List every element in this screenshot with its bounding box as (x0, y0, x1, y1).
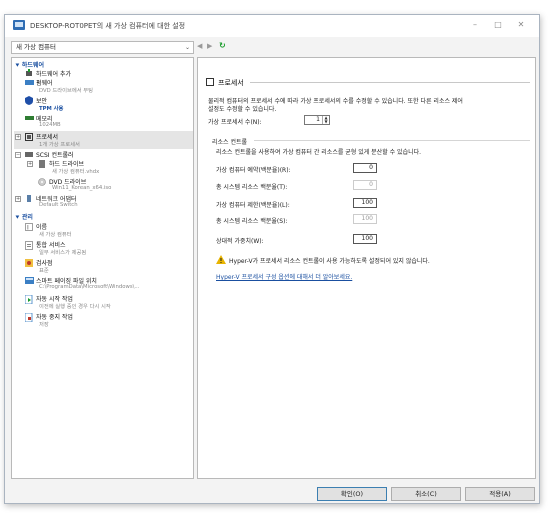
sidebar-item-hard-drive-detail: 새 가상 컴퓨터.vhdx (52, 169, 100, 175)
window-title: DESKTOP-ROT0PET의 새 가상 컴퓨터에 대한 설정 (30, 22, 186, 30)
sidebar-item-processor-detail: 1개 가상 프로세서 (39, 142, 80, 148)
scsi-controller-icon (25, 151, 33, 158)
management-section-header[interactable]: ⯆ 관리 (15, 212, 33, 222)
forward-icon[interactable]: ▶ (207, 42, 212, 50)
relative-weight-input[interactable]: 100 (353, 234, 377, 244)
auto-stop-icon (24, 312, 33, 323)
hyperv-app-icon (13, 20, 25, 30)
vm-selector-value: 새 가상 컴퓨터 (16, 43, 57, 51)
checkpoint-icon (25, 259, 33, 267)
processor-description-line2: 설정도 수정할 수 있습니다. (208, 106, 277, 113)
reserve-percent-label: 가상 컴퓨터 예약(백분율)(R): (216, 167, 291, 174)
sidebar-item-firmware-detail: DVD 드라이브에서 부팅 (39, 88, 94, 94)
sidebar-item-auto-start-detail: 이전에 실행 중인 경우 다시 시작 (39, 304, 111, 310)
dvd-drive-icon (38, 178, 46, 186)
sidebar-item-memory-detail: 1024MB (39, 122, 61, 128)
memory-icon (25, 115, 34, 122)
limit-system-percent-label: 총 시스템 리소스 백분율(S): (216, 218, 288, 225)
panel-title: 프로세서 (218, 79, 244, 87)
collapse-icon: ⯆ (15, 62, 22, 69)
network-adapter-icon (25, 195, 33, 202)
resource-control-header: 리소스 컨트롤 (212, 139, 248, 146)
sidebar-item-security-detail: TPM 사용 (39, 106, 64, 112)
resource-control-description: 리소스 컨트롤을 사용하여 가상 컴퓨터 간 리소스를 균형 있게 분산할 수 … (216, 149, 422, 156)
refresh-icon[interactable]: ↻ (219, 41, 226, 50)
hardware-header-label: 하드웨어 (21, 62, 44, 69)
title-bar: DESKTOP-ROT0PET의 새 가상 컴퓨터에 대한 설정 – □ ✕ (5, 15, 539, 37)
relative-weight-label: 상대적 가중치(W): (216, 238, 264, 245)
settings-tree: ⯆ 하드웨어 하드웨어 추가 펌웨어 DVD 드라이브에서 부팅 보안 TPM … (11, 57, 194, 479)
sidebar-item-checkpoint-detail: 표준 (39, 268, 49, 274)
smart-paging-icon (25, 277, 34, 284)
apply-button[interactable]: 적용(A) (465, 487, 535, 501)
integration-services-icon (25, 241, 33, 250)
processor-count-value: 1 (316, 116, 320, 123)
sidebar-item-smart-paging-detail: C:\ProgramData\Microsoft\Windows\... (39, 284, 140, 290)
cancel-button[interactable]: 취소(C) (391, 487, 461, 501)
maximize-button[interactable]: □ (491, 19, 505, 31)
processor-icon (25, 133, 33, 141)
sidebar-item-integration-services-detail: 일부 서비스가 제공됨 (39, 250, 87, 256)
expand-hard-drive-icon[interactable]: + (27, 161, 33, 167)
processor-config-help-link[interactable]: Hyper-V 프로세서 구성 옵션에 대해서 더 알아보세요. (216, 272, 352, 281)
svg-text:I: I (27, 225, 29, 232)
processor-count-label: 가상 프로세서 수(N): (208, 119, 262, 126)
limit-percent-label: 가상 컴퓨터 제한(백분율)(L): (216, 202, 290, 209)
add-hardware-icon (25, 69, 33, 76)
reserve-system-percent-value: 0 (353, 180, 377, 190)
collapse-scsi-icon[interactable]: − (15, 152, 21, 158)
sidebar-item-network-adapter-detail: Default Switch (39, 202, 78, 208)
shield-icon (25, 96, 33, 105)
spin-arrows-icon[interactable]: ▲ ▼ (322, 116, 329, 124)
ok-button[interactable]: 확인(O) (317, 487, 387, 501)
chevron-down-icon: ⌄ (184, 44, 190, 51)
collapse-icon: ⯆ (15, 214, 22, 221)
sidebar-item-auto-stop-detail: 저장 (39, 322, 49, 328)
limit-percent-input[interactable]: 100 (353, 198, 377, 208)
close-button[interactable]: ✕ (514, 19, 528, 31)
group-divider (254, 140, 530, 141)
reserve-percent-input[interactable]: 0 (353, 163, 377, 173)
processor-icon (206, 78, 214, 86)
processor-settings-panel: 프로세서 물리적 컴퓨터의 프로세서 수에 따라 가상 프로세서의 수를 수정할… (197, 57, 536, 479)
auto-start-icon (24, 294, 33, 305)
sidebar-item-add-hardware[interactable]: 하드웨어 추가 (36, 69, 71, 78)
sidebar-item-dvd-drive-detail: Win11_Korean_x64.iso (52, 185, 112, 191)
expand-network-adapter-icon[interactable]: + (15, 196, 21, 202)
firmware-icon (25, 79, 34, 86)
limit-system-percent-value: 100 (353, 214, 377, 224)
sidebar-item-scsi-controller[interactable]: SCSI 컨트롤러 (36, 150, 74, 159)
warning-icon (216, 255, 226, 264)
processor-count-stepper[interactable]: 1 ▲ ▼ (304, 115, 330, 125)
management-header-label: 관리 (21, 214, 33, 221)
name-icon: I (25, 223, 33, 232)
resource-control-warning: Hyper-V가 프로세서 리소스 컨트롤이 사용 가능하도록 설정되어 있지 … (229, 258, 430, 265)
vm-selector-dropdown[interactable]: 새 가상 컴퓨터 ⌄ (11, 41, 194, 54)
sidebar-item-name-detail: 새 가상 컴퓨터 (39, 232, 72, 238)
header-divider (250, 82, 530, 83)
minimize-button[interactable]: – (468, 19, 482, 31)
hard-drive-icon (38, 160, 46, 168)
settings-window: DESKTOP-ROT0PET의 새 가상 컴퓨터에 대한 설정 – □ ✕ 새… (4, 14, 540, 504)
expand-processor-icon[interactable]: + (15, 134, 21, 140)
reserve-system-percent-label: 총 시스템 리소스 백분율(T): (216, 184, 288, 191)
back-icon[interactable]: ◀ (197, 42, 202, 50)
